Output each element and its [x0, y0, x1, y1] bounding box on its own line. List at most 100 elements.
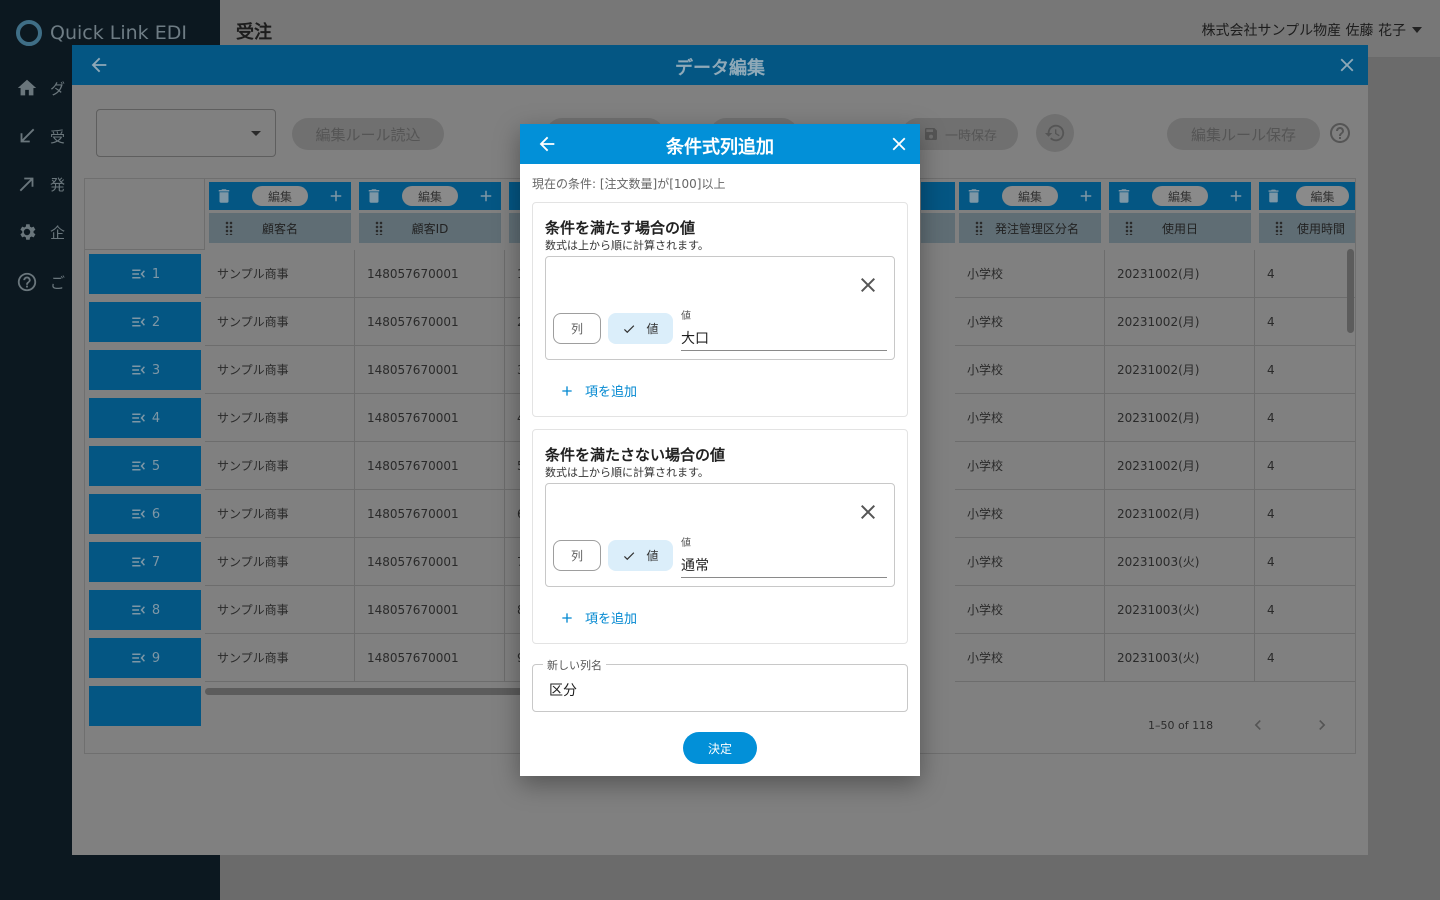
value-chip[interactable]: 値 [608, 313, 673, 344]
edit-column-button[interactable]: 編集 [1002, 186, 1058, 206]
table-cell[interactable]: 4 [1255, 490, 1355, 538]
column-name[interactable]: 使用時間 [1259, 213, 1355, 243]
rule-select[interactable] [96, 109, 276, 157]
history-button[interactable] [1036, 114, 1074, 152]
table-cell[interactable]: 小学校 [955, 394, 1105, 442]
table-cell[interactable]: サンプル商事 [205, 442, 355, 490]
drag-handle-icon[interactable] [975, 221, 983, 235]
table-cell[interactable]: 148057670001 [355, 394, 505, 442]
row-menu-button[interactable]: 9 [89, 638, 201, 678]
table-cell[interactable]: 20231002(月) [1105, 346, 1255, 394]
table-cell[interactable]: 小学校 [955, 586, 1105, 634]
close-icon[interactable] [1336, 54, 1358, 76]
close-icon[interactable] [856, 500, 880, 524]
new-column-name-input[interactable]: 区分 [549, 680, 577, 700]
table-cell[interactable]: 4 [1255, 442, 1355, 490]
table-cell[interactable]: 20231002(月) [1105, 298, 1255, 346]
table-cell[interactable]: 20231003(火) [1105, 586, 1255, 634]
table-cell[interactable]: 148057670001 [355, 490, 505, 538]
table-cell[interactable]: サンプル商事 [205, 298, 355, 346]
plus-icon[interactable] [1077, 187, 1095, 205]
table-cell[interactable]: 小学校 [955, 538, 1105, 586]
plus-icon[interactable] [477, 187, 495, 205]
table-cell[interactable]: 小学校 [955, 298, 1105, 346]
table-cell[interactable]: 小学校 [955, 490, 1105, 538]
column-name[interactable] [921, 213, 955, 243]
table-cell[interactable]: 20231003(火) [1105, 634, 1255, 682]
app-logo[interactable]: Quick Link EDI [16, 18, 187, 48]
table-cell[interactable]: 4 [1255, 346, 1355, 394]
add-term-button[interactable]: 項を追加 [559, 608, 637, 627]
column-name[interactable]: 使用日 [1109, 213, 1251, 243]
trash-icon[interactable] [965, 187, 983, 205]
table-cell[interactable]: 20231002(月) [1105, 442, 1255, 490]
column-name[interactable]: 顧客名 [209, 213, 351, 243]
table-cell[interactable]: サンプル商事 [205, 538, 355, 586]
row-menu-button[interactable]: 7 [89, 542, 201, 582]
drag-handle-icon[interactable] [1275, 221, 1283, 235]
table-cell[interactable]: サンプル商事 [205, 346, 355, 394]
column-chip[interactable]: 列 [553, 540, 601, 571]
row-menu-button[interactable]: 5 [89, 446, 201, 486]
value-input[interactable]: 大口 [681, 325, 887, 351]
edit-column-button[interactable]: 編集 [252, 186, 308, 206]
row-menu-button[interactable]: 3 [89, 350, 201, 390]
table-cell[interactable]: 小学校 [955, 634, 1105, 682]
table-cell[interactable]: 148057670001 [355, 634, 505, 682]
row-menu-button[interactable]: 1 [89, 254, 201, 294]
table-cell[interactable]: 4 [1255, 538, 1355, 586]
row-menu-button[interactable]: 6 [89, 494, 201, 534]
table-cell[interactable]: 148057670001 [355, 586, 505, 634]
table-cell[interactable]: 4 [1255, 298, 1355, 346]
table-cell[interactable]: サンプル商事 [205, 634, 355, 682]
help-icon[interactable] [1328, 121, 1352, 145]
add-term-button[interactable]: 項を追加 [559, 381, 637, 400]
table-cell[interactable]: 20231003(火) [1105, 538, 1255, 586]
drag-handle-icon[interactable] [375, 221, 383, 235]
chevron-right-icon[interactable] [1312, 715, 1332, 735]
sidebar-item-orders-received[interactable]: 受 [16, 124, 65, 148]
trash-icon[interactable] [1265, 187, 1282, 205]
table-cell[interactable]: サンプル商事 [205, 586, 355, 634]
table-cell[interactable]: 4 [1255, 586, 1355, 634]
horizontal-scrollbar[interactable] [205, 688, 545, 695]
column-name[interactable]: 顧客ID [359, 213, 501, 243]
plus-icon[interactable] [327, 187, 345, 205]
drag-handle-icon[interactable] [225, 221, 233, 235]
plus-icon[interactable] [1227, 187, 1245, 205]
load-rule-button[interactable]: 編集ルール読込 [292, 118, 444, 150]
table-cell[interactable]: 148057670001 [355, 346, 505, 394]
table-cell[interactable]: 20231002(月) [1105, 490, 1255, 538]
row-menu-button[interactable]: 4 [89, 398, 201, 438]
table-cell[interactable]: 4 [1255, 250, 1355, 298]
table-cell[interactable]: 小学校 [955, 442, 1105, 490]
column-chip[interactable]: 列 [553, 313, 601, 344]
save-rule-button[interactable]: 編集ルール保存 [1167, 118, 1320, 150]
sidebar-item-dashboard[interactable]: ダ [16, 76, 65, 100]
column-name[interactable]: 発注管理区分名 [959, 213, 1101, 243]
table-cell[interactable]: 4 [1255, 634, 1355, 682]
row-menu-button[interactable] [89, 686, 201, 726]
table-cell[interactable]: 148057670001 [355, 250, 505, 298]
table-cell[interactable]: サンプル商事 [205, 250, 355, 298]
trash-icon[interactable] [365, 187, 383, 205]
drag-handle-icon[interactable] [1125, 221, 1133, 235]
row-menu-button[interactable]: 2 [89, 302, 201, 342]
table-cell[interactable]: 20231002(月) [1105, 394, 1255, 442]
new-column-name-field[interactable]: 新しい列名 区分 [532, 657, 908, 712]
chevron-left-icon[interactable] [1248, 715, 1268, 735]
edit-column-button[interactable]: 編集 [402, 186, 458, 206]
submit-button[interactable]: 決定 [683, 732, 757, 764]
table-cell[interactable]: 148057670001 [355, 442, 505, 490]
table-cell[interactable]: 小学校 [955, 346, 1105, 394]
trash-icon[interactable] [1115, 187, 1133, 205]
vertical-scrollbar[interactable] [1347, 249, 1354, 333]
table-cell[interactable]: サンプル商事 [205, 490, 355, 538]
close-icon[interactable] [888, 133, 910, 155]
table-cell[interactable]: 小学校 [955, 250, 1105, 298]
trash-icon[interactable] [215, 187, 233, 205]
close-icon[interactable] [856, 273, 880, 297]
edit-column-button[interactable]: 編集 [1152, 186, 1208, 206]
sidebar-item-orders-sent[interactable]: 発 [16, 172, 65, 196]
table-cell[interactable]: サンプル商事 [205, 394, 355, 442]
